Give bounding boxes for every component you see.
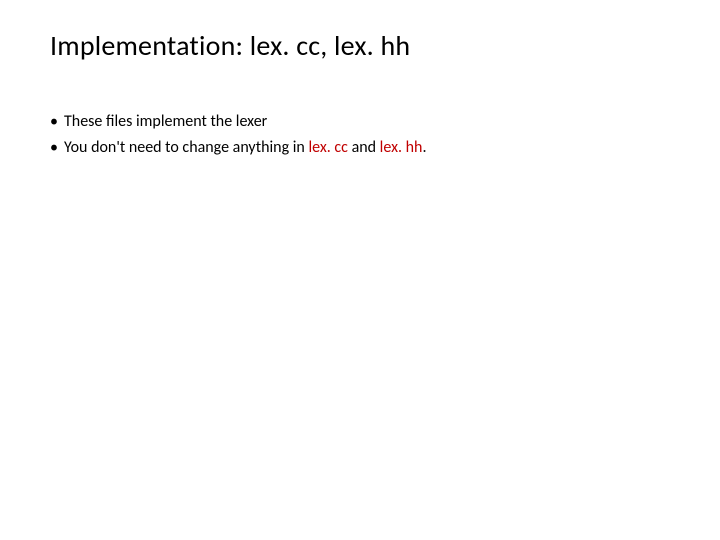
slide: Implementation: lex. cc, lex. hh These f… (0, 0, 720, 540)
slide-title: Implementation: lex. cc, lex. hh (50, 28, 670, 63)
bullet-list: These files implement the lexer You don'… (50, 111, 670, 160)
list-item: You don't need to change anything in lex… (50, 137, 670, 159)
filename-emphasis: lex. hh (380, 138, 423, 157)
bullet-text-mid: and (348, 138, 380, 157)
list-item: These files implement the lexer (50, 111, 670, 133)
bullet-text: These files implement the lexer (64, 112, 267, 131)
bullet-text-suffix: . (422, 138, 426, 157)
filename-emphasis: lex. cc (308, 138, 348, 157)
bullet-text-prefix: You don't need to change anything in (64, 138, 308, 157)
